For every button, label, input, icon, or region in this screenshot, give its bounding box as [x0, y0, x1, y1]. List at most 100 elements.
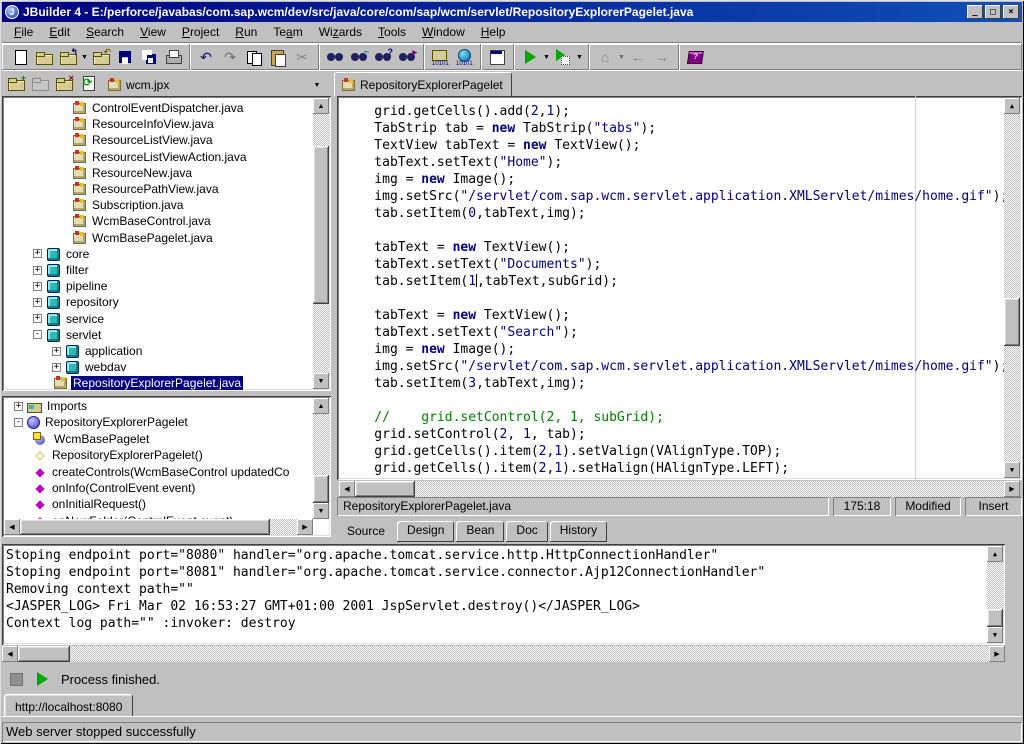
editor-vscrollbar[interactable]: ▲ ▼ — [1004, 98, 1020, 478]
menu-view[interactable]: View — [132, 23, 174, 41]
tree-item[interactable]: +core — [33, 246, 91, 262]
replace-button[interactable]: ~ — [347, 46, 371, 68]
maximize-button[interactable]: □ — [985, 5, 1001, 19]
structure-hscrollbar[interactable]: ◀ ▶ — [4, 519, 313, 535]
view-tab-bean[interactable]: Bean — [456, 521, 504, 542]
scroll-up-button[interactable]: ▲ — [313, 98, 329, 114]
rebuild-project-button[interactable] — [452, 46, 476, 68]
tree-item[interactable]: ◆createControls(WcmBaseControl updatedCo — [33, 464, 291, 480]
tree-item[interactable]: -RepositoryExplorerPagelet — [14, 414, 190, 430]
minimize-button[interactable]: _ — [967, 5, 983, 19]
scroll-thumb[interactable] — [20, 519, 270, 535]
menu-project[interactable]: Project — [174, 23, 227, 41]
view-tab-doc[interactable]: Doc — [506, 521, 547, 542]
scroll-thumb[interactable] — [1004, 298, 1020, 346]
save-all-button[interactable] — [137, 46, 161, 68]
home-button-dropdown-arrow[interactable]: ▼ — [617, 46, 626, 68]
make-project-button[interactable] — [428, 46, 452, 68]
debug-button-dropdown-arrow[interactable]: ▼ — [575, 46, 584, 68]
tree-item[interactable]: ResourcePathView.java — [71, 181, 221, 197]
tree-item[interactable]: RepositoryExplorerPagelet.java — [52, 375, 243, 391]
expand-icon[interactable]: + — [14, 402, 23, 411]
scroll-down-button[interactable]: ▼ — [313, 503, 329, 519]
tree-item[interactable]: ◆onInitialRequest() — [33, 496, 148, 512]
console-hscrollbar[interactable]: ◀ ▶ — [2, 646, 1005, 662]
expand-icon[interactable]: + — [52, 363, 61, 372]
tree-item[interactable]: +service — [33, 311, 106, 327]
menu-wizards[interactable]: Wizards — [311, 23, 370, 41]
view-tab-history[interactable]: History — [550, 521, 607, 542]
tree-item[interactable]: ResourceListViewAction.java — [71, 149, 249, 165]
scroll-down-button[interactable]: ▼ — [313, 373, 329, 389]
back-button[interactable]: ← — [626, 46, 650, 68]
debug-button[interactable] — [551, 46, 575, 68]
tree-item[interactable]: +repository — [33, 294, 121, 310]
scroll-right-button[interactable]: ▶ — [297, 519, 313, 535]
remove-files-button[interactable] — [28, 72, 52, 94]
tree-item[interactable]: WcmBasePagelet.java — [71, 230, 215, 246]
tree-item[interactable]: WcmBaseControl.java — [71, 213, 213, 229]
reopen-dropdown-button-dropdown-arrow[interactable]: ▼ — [80, 46, 89, 68]
console-output[interactable]: Stoping endpoint port="8080" handler="or… — [2, 544, 1005, 645]
undo-button[interactable]: ↶ — [194, 46, 218, 68]
find-classes-button[interactable]: ▸ — [395, 46, 419, 68]
tree-item[interactable]: ◇RepositoryExplorerPagelet() — [33, 447, 205, 463]
scroll-thumb[interactable] — [313, 146, 329, 304]
run-button-dropdown-arrow[interactable]: ▼ — [542, 46, 551, 68]
tree-item[interactable]: +pipeline — [33, 278, 109, 294]
code-area[interactable]: grid.getCells().add(2,1); TabStrip tab =… — [343, 103, 1002, 477]
scroll-right-button[interactable]: ▶ — [1004, 481, 1020, 497]
console-vscrollbar[interactable]: ▲ ▼ — [987, 546, 1003, 643]
view-tab-source[interactable]: Source — [337, 519, 395, 542]
find-button[interactable] — [323, 46, 347, 68]
tree-item[interactable]: WcmBasePagelet — [33, 431, 151, 447]
tree-item[interactable]: ResourceListView.java — [71, 132, 215, 148]
reopen-dropdown-button[interactable]: ↰ — [56, 46, 80, 68]
expand-icon[interactable]: + — [33, 266, 42, 275]
run-button[interactable] — [518, 46, 542, 68]
scroll-thumb[interactable] — [355, 481, 415, 497]
collapse-icon[interactable]: - — [33, 330, 42, 339]
close-project-button[interactable]: × — [52, 72, 76, 94]
tree-item[interactable]: ResourceNew.java — [71, 165, 194, 181]
tree-item[interactable]: ◆onInfo(ControlEvent event) — [33, 480, 197, 496]
save-button[interactable] — [113, 46, 137, 68]
expand-icon[interactable]: + — [33, 282, 42, 291]
view-tab-design[interactable]: Design — [397, 521, 454, 542]
tree-item[interactable]: +Imports — [14, 398, 89, 414]
tree-item[interactable]: +webdav — [52, 359, 128, 375]
tree-item[interactable]: -servlet — [33, 327, 103, 343]
expand-icon[interactable]: + — [33, 298, 42, 307]
expand-icon[interactable]: + — [33, 249, 42, 258]
tree-item[interactable]: ResourceInfoView.java — [71, 116, 216, 132]
code-editor[interactable]: grid.getCells().add(2,1); TabStrip tab =… — [337, 96, 1022, 480]
redo-button[interactable]: ↷ — [218, 46, 242, 68]
toggle-curtain-button[interactable] — [485, 46, 509, 68]
scroll-thumb[interactable] — [18, 646, 70, 662]
scroll-up-button[interactable]: ▲ — [313, 398, 329, 414]
new-file-button[interactable] — [8, 46, 32, 68]
menu-team[interactable]: Team — [265, 23, 310, 41]
menu-help[interactable]: Help — [473, 23, 514, 41]
copy-button[interactable] — [242, 46, 266, 68]
console-tab-localhost[interactable]: http://localhost:8080 — [4, 694, 133, 718]
editor-hscrollbar[interactable]: ◀ ▶ — [339, 481, 1020, 497]
tree-item[interactable]: Subscription.java — [71, 197, 185, 213]
tree-item[interactable]: ControlEventDispatcher.java — [71, 100, 245, 116]
file-tab[interactable]: RepositoryExplorerPagelet — [334, 72, 512, 96]
menu-window[interactable]: Window — [414, 23, 473, 41]
project-selector[interactable]: wcm.jpx ▼ — [104, 74, 326, 96]
paste-button[interactable] — [266, 46, 290, 68]
print-button[interactable] — [161, 46, 185, 68]
tree-item[interactable]: +filter — [33, 262, 91, 278]
add-files-button[interactable]: + — [4, 72, 28, 94]
collapse-icon[interactable]: - — [14, 418, 23, 427]
scroll-thumb[interactable] — [987, 609, 1003, 627]
project-dropdown-arrow[interactable]: ▼ — [310, 77, 324, 93]
structure-vscrollbar[interactable]: ▲ ▼ — [313, 398, 329, 519]
scroll-right-button[interactable]: ▶ — [989, 646, 1005, 662]
menu-search[interactable]: Search — [78, 23, 132, 41]
project-tree-vscrollbar[interactable]: ▲ ▼ — [313, 98, 329, 389]
cut-button[interactable]: ✂ — [290, 46, 314, 68]
tree-item[interactable]: +application — [52, 343, 144, 359]
